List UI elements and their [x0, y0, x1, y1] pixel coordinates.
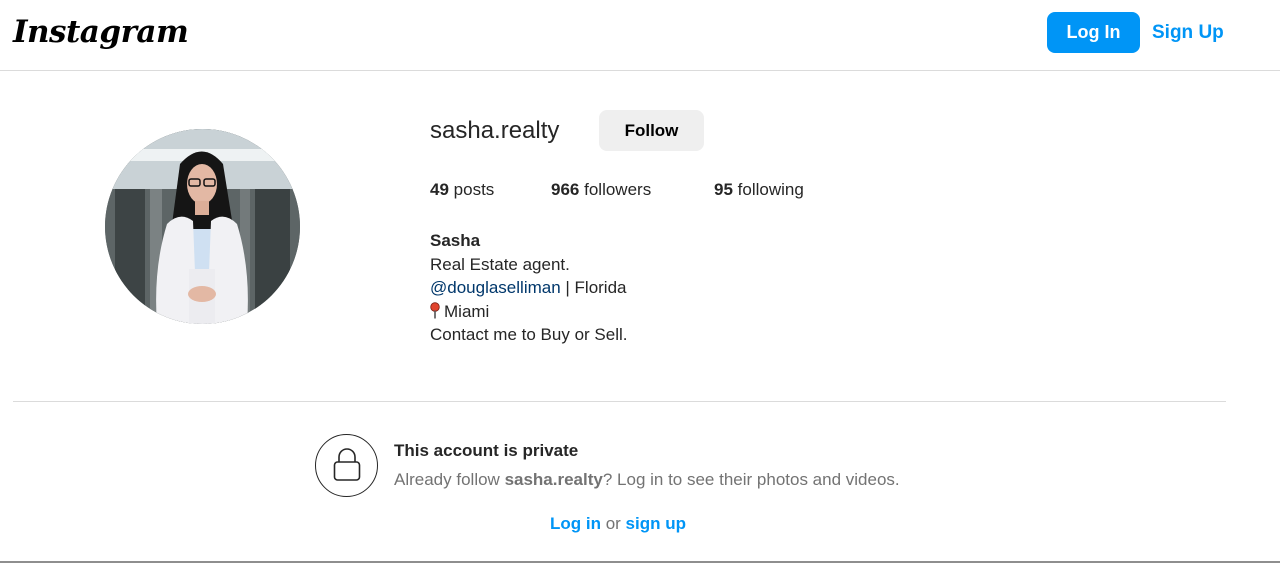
followers-count: 966: [551, 180, 580, 199]
posts-label: posts: [453, 180, 495, 199]
top-nav: Instagram Log In Sign Up: [0, 0, 1280, 71]
login-button[interactable]: Log In: [1047, 12, 1140, 53]
auth-links: Log in or sign up: [550, 514, 686, 534]
private-desc-suffix: ? Log in to see their photos and videos.: [602, 470, 900, 489]
round-pushpin-icon: [430, 301, 440, 318]
login-link[interactable]: Log in: [550, 514, 601, 533]
bio-mention-link[interactable]: @douglaselliman: [430, 278, 561, 297]
or-text: or: [600, 514, 626, 533]
followers-label: followers: [584, 180, 652, 199]
private-account-title: This account is private: [394, 441, 579, 460]
bio-mention-suffix: | Florida: [560, 278, 627, 297]
posts-count: 49: [430, 180, 449, 199]
profile-avatar[interactable]: [105, 129, 300, 324]
profile-username: sasha.realty: [430, 117, 560, 144]
bio-line-1: Real Estate agent.: [430, 254, 570, 274]
private-desc-prefix: Already follow: [394, 470, 505, 489]
following-count: 95: [714, 180, 733, 199]
bio-location: Miami: [444, 301, 490, 321]
private-desc-username: sasha.realty: [504, 470, 603, 489]
following-stat[interactable]: 95 following: [714, 180, 804, 200]
bio-line-3: Miami: [430, 300, 627, 324]
lock-icon: [333, 448, 361, 481]
profile-bio: Sasha Real Estate agent. @douglaselliman…: [430, 229, 627, 347]
bio-name: Sasha: [430, 231, 481, 250]
private-lock-badge: [315, 434, 378, 497]
instagram-logo[interactable]: Instagram: [13, 14, 189, 50]
signup-link[interactable]: sign up: [626, 514, 686, 533]
bio-line-2: @douglaselliman | Florida: [430, 276, 627, 300]
following-label: following: [737, 180, 804, 199]
bio-line-4: Contact me to Buy or Sell.: [430, 325, 628, 344]
private-account-description: Already follow sasha.realty? Log in to s…: [394, 470, 900, 490]
follow-button[interactable]: Follow: [599, 110, 704, 151]
signup-button[interactable]: Sign Up: [1152, 12, 1224, 53]
posts-stat: 49 posts: [430, 180, 494, 200]
followers-stat[interactable]: 966 followers: [551, 180, 651, 200]
section-divider: [13, 401, 1226, 402]
